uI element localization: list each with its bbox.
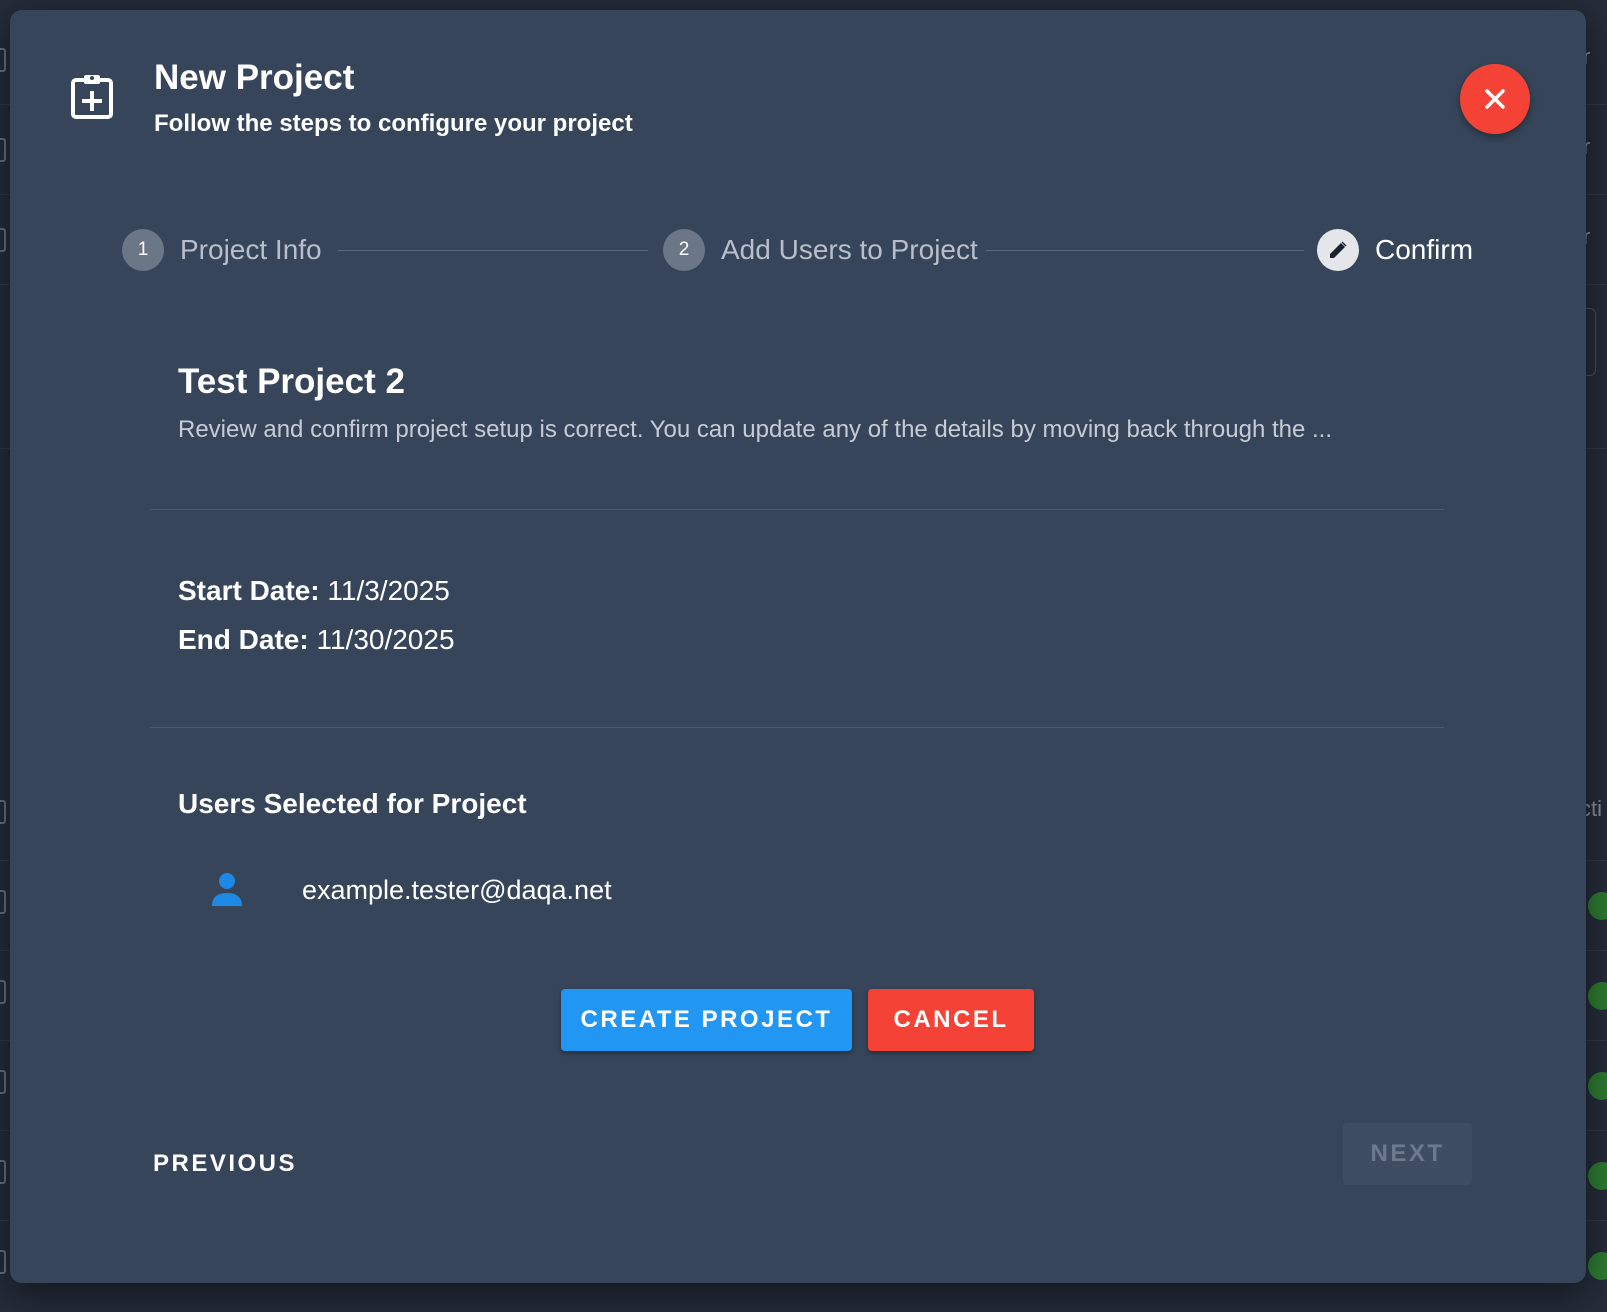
section-divider — [150, 727, 1444, 728]
project-description: Review and confirm project setup is corr… — [178, 416, 1332, 443]
step-confirm[interactable]: Confirm — [1317, 229, 1473, 271]
cancel-button[interactable]: CANCEL — [868, 989, 1034, 1051]
background-checkbox — [0, 1070, 6, 1094]
step-number: 1 — [122, 229, 164, 271]
start-date: Start Date: 11/3/2025 — [178, 575, 450, 607]
close-icon — [1485, 89, 1505, 109]
step-label: Confirm — [1375, 234, 1474, 265]
step-project-info[interactable]: 1 Project Info — [122, 229, 322, 271]
background-checkbox — [0, 48, 6, 72]
end-date-label: End Date: — [178, 624, 309, 655]
background-check-icon — [1588, 1072, 1607, 1100]
create-project-button[interactable]: CREATE PROJECT — [561, 989, 852, 1051]
background-check-icon — [1588, 892, 1607, 920]
step-connector — [338, 250, 648, 251]
step-connector — [986, 250, 1304, 251]
person-icon — [212, 873, 242, 906]
background-checkbox — [0, 1250, 6, 1274]
section-divider — [150, 509, 1444, 510]
background-checkbox — [0, 1160, 6, 1184]
end-date-value: 11/30/2025 — [316, 624, 455, 655]
background-checkbox — [0, 138, 6, 162]
step-label: Project Info — [180, 234, 322, 265]
start-date-value: 11/3/2025 — [327, 575, 450, 606]
close-button[interactable] — [1460, 64, 1530, 134]
project-name: Test Project 2 — [178, 362, 405, 401]
pencil-icon — [1330, 241, 1347, 258]
previous-button[interactable]: PREVIOUS — [150, 1140, 300, 1188]
clipboard-plus-icon — [71, 75, 113, 119]
step-add-users[interactable]: 2 Add Users to Project — [663, 229, 978, 271]
new-project-dialog: New Project Follow the steps to configur… — [10, 10, 1586, 1283]
background-checkbox — [0, 980, 6, 1004]
start-date-label: Start Date: — [178, 575, 320, 606]
background-checkbox — [0, 228, 6, 252]
background-check-icon — [1588, 982, 1607, 1010]
background-checkbox — [0, 890, 6, 914]
user-email: example.tester@daqa.net — [302, 874, 612, 905]
dialog-subtitle: Follow the steps to configure your proje… — [154, 110, 633, 137]
dialog-title: New Project — [154, 58, 355, 97]
step-label: Add Users to Project — [721, 234, 978, 265]
step-active-indicator — [1317, 229, 1359, 271]
users-heading: Users Selected for Project — [178, 788, 527, 819]
next-button: NEXT — [1343, 1123, 1472, 1185]
list-item: example.tester@daqa.net — [210, 866, 612, 914]
step-number: 2 — [663, 229, 705, 271]
background-check-icon — [1588, 1252, 1607, 1280]
stepper: 1 Project Info 2 Add Users to Project Co… — [10, 229, 1586, 291]
background-checkbox — [0, 800, 6, 824]
background-check-icon — [1588, 1162, 1607, 1190]
end-date: End Date: 11/30/2025 — [178, 624, 455, 656]
